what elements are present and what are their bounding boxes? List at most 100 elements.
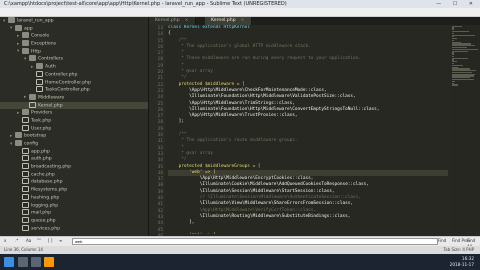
file-icon <box>22 201 29 208</box>
sidebar-item[interactable]: ▸ bootstrap <box>0 132 148 140</box>
find-option-toggle[interactable]: x <box>4 238 6 244</box>
sidebar-item[interactable]: logging.php <box>0 201 148 210</box>
sidebar-item[interactable]: TasksController.php <box>0 86 148 94</box>
sidebar-item[interactable]: ▸ Auth <box>0 63 148 71</box>
sidebar-item[interactable]: Controller.php <box>0 70 148 79</box>
sidebar-item-label: Console <box>31 33 50 39</box>
code-line[interactable]: 'api' => [ <box>168 233 448 234</box>
sidebar-item-label: cache.php <box>31 172 55 178</box>
sidebar-item[interactable]: HomeController.php <box>0 78 148 87</box>
minimap[interactable] <box>450 25 480 234</box>
minimap-line <box>452 84 458 86</box>
menu-bar: FileEditSelectionFindViewGotoToolsProjec… <box>0 8 480 25</box>
sidebar-item[interactable]: app.php <box>0 147 148 156</box>
folder-icon <box>15 132 22 139</box>
folder-icon <box>8 17 15 23</box>
minimap-line <box>452 79 475 81</box>
sidebar-item-label: filesystems.php <box>31 187 68 193</box>
start-button[interactable] <box>4 257 14 267</box>
taskbar-app-sublime-icon[interactable] <box>44 257 54 267</box>
editor-tab[interactable]: Kernel.php × <box>149 17 196 25</box>
folder-icon <box>22 32 29 39</box>
sidebar-item[interactable]: ▾ config <box>0 140 148 148</box>
sidebar-item[interactable]: User.php <box>0 124 148 133</box>
minimap-line <box>452 30 470 33</box>
sidebar-item[interactable]: ▾ app <box>0 24 148 33</box>
taskbar-clock[interactable]: 16:32 2018-11-17 <box>450 256 474 268</box>
window-title: C:\xampp\htdocs\project\test-all\core\ap… <box>4 1 287 7</box>
sidebar-item[interactable]: auth.php <box>0 155 148 163</box>
folder-icon <box>22 47 29 54</box>
sidebar-item[interactable]: cache.php <box>0 170 148 179</box>
line-number-gutter: 13 14 15 16 17 18 19 20 21 22 23 24 25 26 27 28 29 30 31 32… <box>149 25 165 238</box>
sidebar-item[interactable]: ▾ laravel_run_app <box>0 17 148 25</box>
sidebar-item-label: logging.php <box>31 203 59 208</box>
sidebar-item-label: auth.php <box>31 156 52 162</box>
file-icon <box>36 86 43 93</box>
sidebar-item[interactable]: ▸ Providers <box>0 109 148 117</box>
sidebar-item-label: Auth <box>45 64 56 70</box>
sidebar-item[interactable]: broadcasting.php <box>0 163 148 171</box>
find-option-toggle[interactable]: ≡ <box>59 238 62 244</box>
sidebar-item-label: mail.php <box>31 210 52 216</box>
sidebar-item-label: app <box>24 26 33 32</box>
code-editor[interactable]: class Kernel extends HttpKernel{ /** * T… <box>168 25 448 234</box>
find-option-toggle[interactable]: .* <box>15 238 18 244</box>
sidebar-item-label: config <box>24 141 39 147</box>
sidebar-item[interactable]: ▸ Console <box>0 32 148 40</box>
window-titlebar: C:\xampp\htdocs\project\test-all\core\ap… <box>0 0 480 8</box>
find-option-toggle[interactable]: [ ] <box>48 238 52 244</box>
sidebar-item-label: Task.php <box>31 118 52 124</box>
file-icon <box>36 70 43 77</box>
sidebar-item[interactable]: Kernel.php <box>0 101 148 110</box>
tab-label: Kernel.php <box>211 18 236 23</box>
window-controls[interactable]: — ☐ ✕ <box>436 1 478 7</box>
file-icon <box>22 155 29 162</box>
find-option-toggle[interactable]: Aa <box>26 238 31 244</box>
taskbar-app-browser-icon[interactable] <box>31 257 41 267</box>
tab-close-icon[interactable]: × <box>185 18 189 23</box>
file-icon <box>22 209 29 216</box>
tab-label: Kernel.php <box>155 18 180 23</box>
sidebar-item-label: laravel_run_app <box>17 18 54 24</box>
find-action-button[interactable]: Find <box>438 238 446 244</box>
sidebar-item[interactable]: mail.php <box>0 209 148 217</box>
find-action-button[interactable]: Find All <box>467 238 480 249</box>
sidebar-item[interactable]: ▾ Controllers <box>0 55 148 63</box>
folder-icon <box>15 140 22 146</box>
folder-icon <box>29 93 36 100</box>
status-bar: Line 36, Column 14 Tab Size: 4 PHP <box>0 246 480 254</box>
find-option-toggle[interactable]: "" <box>37 238 41 244</box>
sidebar-item[interactable]: database.php <box>0 178 148 186</box>
sidebar-item[interactable]: Task.php <box>0 116 148 125</box>
tab-close-icon[interactable]: × <box>241 18 245 23</box>
editor-tab[interactable]: Kernel.php × <box>205 17 252 25</box>
minimap-line <box>452 50 468 52</box>
taskbar-app-explorer-icon[interactable] <box>18 257 28 267</box>
file-icon <box>22 216 29 223</box>
sidebar-item[interactable]: hashing.php <box>0 193 148 202</box>
sidebar-item[interactable]: services.php <box>0 224 148 233</box>
sidebar-item-label: Middleware <box>38 95 65 101</box>
folder-icon <box>36 63 43 70</box>
sidebar-item[interactable]: filesystems.php <box>0 186 148 194</box>
sidebar-item[interactable]: ▾ Http <box>0 47 148 56</box>
status-left: Line 36, Column 14 <box>4 247 43 252</box>
taskbar: 16:32 2018-11-17 <box>0 254 480 270</box>
find-input[interactable] <box>72 238 438 245</box>
sidebar-item-label: broadcasting.php <box>31 164 72 170</box>
file-icon <box>36 78 43 85</box>
status-right: Tab Size: 4 PHP <box>443 247 474 252</box>
file-icon <box>22 170 29 177</box>
sidebar-item[interactable]: queue.php <box>0 216 148 225</box>
sidebar-item-label: database.php <box>31 179 63 185</box>
tab-bar: Kernel.php × Kernel.php × <box>149 17 480 25</box>
sidebar-item-label: Exceptions <box>31 41 57 47</box>
sidebar-item-label: User.php <box>31 126 52 132</box>
minimap-line <box>452 57 468 59</box>
sidebar-item[interactable]: ▸ Middleware <box>0 93 148 102</box>
file-icon <box>22 124 29 131</box>
folder-icon <box>22 40 29 47</box>
file-icon <box>22 193 29 200</box>
sidebar-item[interactable]: ▸ Exceptions <box>0 40 148 48</box>
